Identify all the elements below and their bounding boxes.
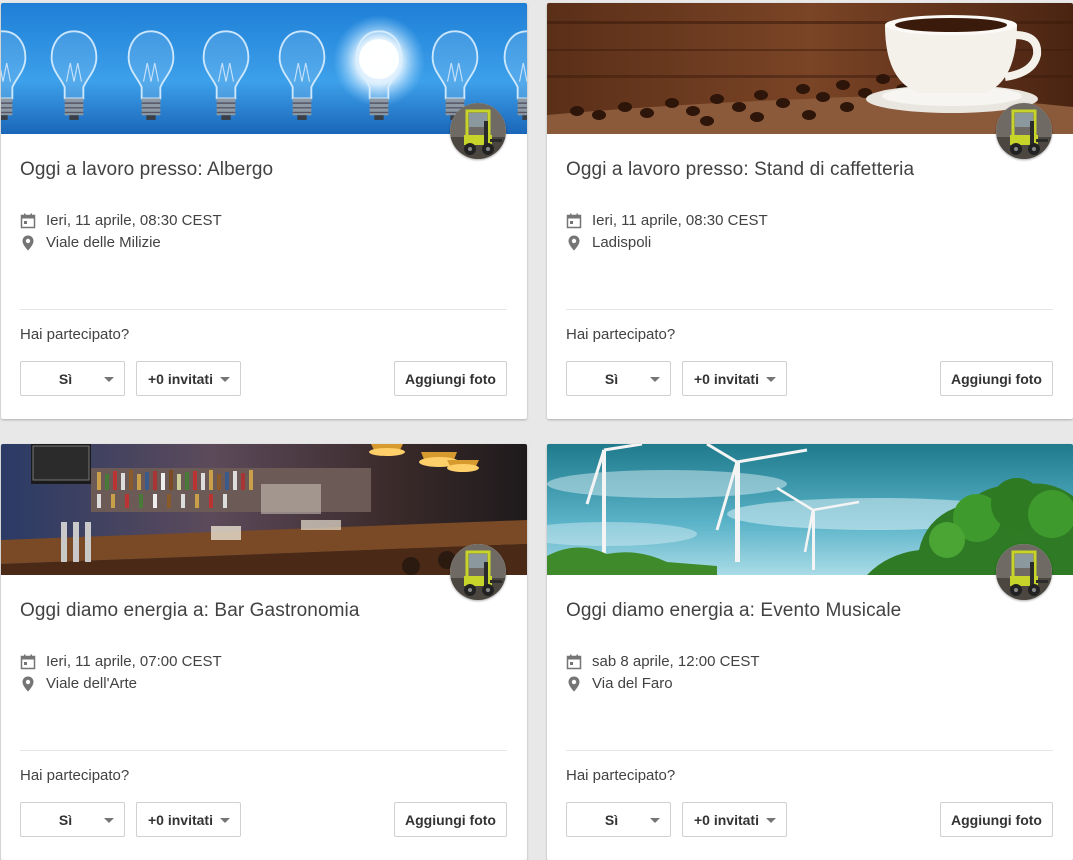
event-date: Ieri, 11 aprile, 07:00 CEST: [20, 653, 222, 670]
event-image-bar-counter: [1, 444, 527, 575]
location-pin-icon: [20, 235, 36, 251]
event-image-coffee-cup-and-beans: [547, 3, 1073, 134]
attendance-dropdown[interactable]: Sì: [566, 802, 671, 837]
event-date-text: sab 8 aprile, 12:00 CEST: [592, 653, 760, 670]
guests-dropdown[interactable]: +0 invitati: [136, 802, 241, 837]
event-card: Oggi diamo energia a: Evento Musicale sa…: [547, 444, 1073, 860]
event-card: Oggi diamo energia a: Bar Gastronomia Ie…: [1, 444, 527, 860]
guests-dropdown[interactable]: +0 invitati: [136, 361, 241, 396]
attendance-value: Sì: [58, 811, 73, 828]
caret-down-icon: [220, 377, 230, 382]
attendance-dropdown[interactable]: Sì: [20, 361, 125, 396]
event-image-wind-turbines: [547, 444, 1073, 575]
calendar-icon: [20, 654, 36, 670]
event-title[interactable]: Oggi a lavoro presso: Stand di caffetter…: [566, 159, 914, 181]
event-title[interactable]: Oggi diamo energia a: Bar Gastronomia: [20, 600, 360, 622]
event-image-light-bulbs: [1, 3, 527, 134]
caret-down-icon: [650, 818, 660, 823]
attendance-value: Sì: [604, 370, 619, 387]
location-pin-icon: [566, 676, 582, 692]
forklift-avatar[interactable]: [450, 544, 506, 600]
event-place-text[interactable]: Viale delle Milizie: [46, 234, 161, 251]
event-card: Oggi a lavoro presso: Albergo Ieri, 11 a…: [1, 3, 527, 419]
attendance-question: Hai partecipato?: [566, 767, 676, 784]
forklift-avatar[interactable]: [450, 103, 506, 159]
guests-dropdown[interactable]: +0 invitati: [682, 361, 787, 396]
event-date: sab 8 aprile, 12:00 CEST: [566, 653, 760, 670]
caret-down-icon: [650, 377, 660, 382]
guests-value: +0 invitati: [694, 370, 759, 387]
event-title[interactable]: Oggi a lavoro presso: Albergo: [20, 159, 273, 181]
guests-value: +0 invitati: [148, 370, 213, 387]
guests-value: +0 invitati: [148, 811, 213, 828]
add-photo-button[interactable]: Aggiungi foto: [940, 361, 1053, 396]
forklift-avatar[interactable]: [996, 103, 1052, 159]
event-title[interactable]: Oggi diamo energia a: Evento Musicale: [566, 600, 901, 622]
event-place-text[interactable]: Via del Faro: [592, 675, 673, 692]
caret-down-icon: [104, 818, 114, 823]
attendance-question: Hai partecipato?: [20, 326, 130, 343]
guests-dropdown[interactable]: +0 invitati: [682, 802, 787, 837]
add-photo-button[interactable]: Aggiungi foto: [394, 361, 507, 396]
event-date-text: Ieri, 11 aprile, 08:30 CEST: [592, 212, 768, 229]
event-place: Via del Faro: [566, 675, 673, 692]
divider: [20, 309, 507, 310]
attendance-dropdown[interactable]: Sì: [566, 361, 671, 396]
calendar-icon: [566, 654, 582, 670]
attendance-dropdown[interactable]: Sì: [20, 802, 125, 837]
event-date: Ieri, 11 aprile, 08:30 CEST: [20, 212, 222, 229]
attendance-value: Sì: [58, 370, 73, 387]
attendance-value: Sì: [604, 811, 619, 828]
caret-down-icon: [220, 818, 230, 823]
calendar-icon: [566, 213, 582, 229]
add-photo-button[interactable]: Aggiungi foto: [394, 802, 507, 837]
location-pin-icon: [566, 235, 582, 251]
caret-down-icon: [766, 377, 776, 382]
event-place: Viale delle Milizie: [20, 234, 161, 251]
event-card: Oggi a lavoro presso: Stand di caffetter…: [547, 3, 1073, 419]
location-pin-icon: [20, 676, 36, 692]
event-place: Ladispoli: [566, 234, 651, 251]
forklift-avatar[interactable]: [996, 544, 1052, 600]
caret-down-icon: [104, 377, 114, 382]
event-place: Viale dell'Arte: [20, 675, 137, 692]
event-date-text: Ieri, 11 aprile, 08:30 CEST: [46, 212, 222, 229]
event-place-text[interactable]: Ladispoli: [592, 234, 651, 251]
attendance-question: Hai partecipato?: [566, 326, 676, 343]
divider: [566, 309, 1053, 310]
guests-value: +0 invitati: [694, 811, 759, 828]
attendance-question: Hai partecipato?: [20, 767, 130, 784]
event-date-text: Ieri, 11 aprile, 07:00 CEST: [46, 653, 222, 670]
event-place-text[interactable]: Viale dell'Arte: [46, 675, 137, 692]
divider: [566, 750, 1053, 751]
caret-down-icon: [766, 818, 776, 823]
event-date: Ieri, 11 aprile, 08:30 CEST: [566, 212, 768, 229]
calendar-icon: [20, 213, 36, 229]
add-photo-button[interactable]: Aggiungi foto: [940, 802, 1053, 837]
divider: [20, 750, 507, 751]
